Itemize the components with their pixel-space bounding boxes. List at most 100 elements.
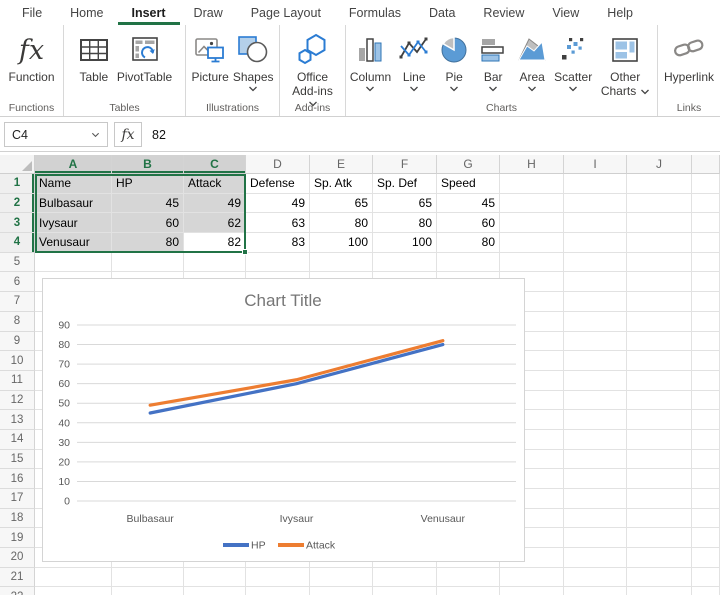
cell-H5[interactable] — [500, 253, 564, 273]
cell-I21[interactable] — [564, 568, 627, 588]
cell-K8[interactable] — [692, 312, 720, 332]
cell-J17[interactable] — [627, 489, 692, 509]
cell-J5[interactable] — [627, 253, 692, 273]
row-header-20[interactable]: 20 — [0, 548, 35, 568]
row-header-15[interactable]: 15 — [0, 450, 35, 470]
cell-C21[interactable] — [184, 568, 246, 588]
cell-I5[interactable] — [564, 253, 627, 273]
cell-D1[interactable]: Defense — [246, 174, 310, 194]
cell-K13[interactable] — [692, 410, 720, 430]
cell-B21[interactable] — [112, 568, 184, 588]
cell-B5[interactable] — [112, 253, 184, 273]
column-header-k[interactable] — [692, 155, 720, 174]
row-header-9[interactable]: 9 — [0, 332, 35, 352]
cell-J7[interactable] — [627, 292, 692, 312]
column-header-h[interactable]: H — [500, 155, 564, 174]
table-button[interactable]: Table — [77, 30, 111, 84]
office-addins-button[interactable]: Office Add-ins — [288, 30, 338, 107]
cell-J2[interactable] — [627, 194, 692, 214]
tab-home[interactable]: Home — [56, 2, 117, 25]
column-header-b[interactable]: B — [112, 155, 184, 174]
cell-G5[interactable] — [437, 253, 500, 273]
cell-K10[interactable] — [692, 351, 720, 371]
cell-J14[interactable] — [627, 430, 692, 450]
cell-I6[interactable] — [564, 272, 627, 292]
cell-J18[interactable] — [627, 509, 692, 529]
cell-K6[interactable] — [692, 272, 720, 292]
cell-K15[interactable] — [692, 450, 720, 470]
cell-J3[interactable] — [627, 213, 692, 233]
cell-G3[interactable]: 60 — [437, 213, 500, 233]
cell-E2[interactable]: 65 — [310, 194, 373, 214]
column-header-d[interactable]: D — [246, 155, 310, 174]
embedded-chart[interactable]: Chart Title0102030405060708090BulbasaurI… — [42, 278, 525, 562]
cell-I18[interactable] — [564, 509, 627, 529]
cell-F5[interactable] — [373, 253, 437, 273]
cell-F3[interactable]: 80 — [373, 213, 437, 233]
row-header-6[interactable]: 6 — [0, 272, 35, 292]
cell-C22[interactable] — [184, 587, 246, 595]
cell-K5[interactable] — [692, 253, 720, 273]
cell-K17[interactable] — [692, 489, 720, 509]
select-all-button[interactable] — [0, 155, 35, 174]
column-header-i[interactable]: I — [564, 155, 627, 174]
cell-I10[interactable] — [564, 351, 627, 371]
cell-I8[interactable] — [564, 312, 627, 332]
cell-J19[interactable] — [627, 528, 692, 548]
cell-D21[interactable] — [246, 568, 310, 588]
cell-J20[interactable] — [627, 548, 692, 568]
cell-E22[interactable] — [310, 587, 373, 595]
insert-function-button[interactable]: fx — [114, 122, 142, 147]
cell-F1[interactable]: Sp. Def — [373, 174, 437, 194]
cell-I22[interactable] — [564, 587, 627, 595]
column-header-c[interactable]: C — [184, 155, 246, 174]
cell-I9[interactable] — [564, 332, 627, 352]
column-header-g[interactable]: G — [437, 155, 500, 174]
cell-H21[interactable] — [500, 568, 564, 588]
cell-I3[interactable] — [564, 213, 627, 233]
cell-K16[interactable] — [692, 469, 720, 489]
hyperlink-button[interactable]: Hyperlink — [664, 30, 714, 84]
picture-button[interactable]: Picture — [191, 30, 228, 84]
cell-B3[interactable]: 60 — [112, 213, 184, 233]
cell-A22[interactable] — [35, 587, 112, 595]
row-header-12[interactable]: 12 — [0, 391, 35, 411]
row-header-5[interactable]: 5 — [0, 253, 35, 273]
cell-I7[interactable] — [564, 292, 627, 312]
cell-F22[interactable] — [373, 587, 437, 595]
other-charts-button[interactable]: Other Charts — [597, 30, 653, 99]
row-header-19[interactable]: 19 — [0, 528, 35, 548]
cell-I16[interactable] — [564, 469, 627, 489]
cell-E1[interactable]: Sp. Atk — [310, 174, 373, 194]
row-header-13[interactable]: 13 — [0, 410, 35, 430]
cell-H1[interactable] — [500, 174, 564, 194]
cell-K14[interactable] — [692, 430, 720, 450]
cell-E4[interactable]: 100 — [310, 233, 373, 253]
fill-handle[interactable] — [242, 249, 248, 255]
cell-B4[interactable]: 80 — [112, 233, 184, 253]
cell-I11[interactable] — [564, 371, 627, 391]
row-header-11[interactable]: 11 — [0, 371, 35, 391]
cell-I1[interactable] — [564, 174, 627, 194]
cell-I20[interactable] — [564, 548, 627, 568]
cell-J9[interactable] — [627, 332, 692, 352]
cell-D22[interactable] — [246, 587, 310, 595]
cell-D5[interactable] — [246, 253, 310, 273]
cell-K4[interactable] — [692, 233, 720, 253]
cell-J1[interactable] — [627, 174, 692, 194]
cell-A3[interactable]: Ivysaur — [35, 213, 112, 233]
cell-I4[interactable] — [564, 233, 627, 253]
cell-G4[interactable]: 80 — [437, 233, 500, 253]
cell-K7[interactable] — [692, 292, 720, 312]
cell-E21[interactable] — [310, 568, 373, 588]
function-button[interactable]: fx Function — [8, 30, 54, 84]
cell-J10[interactable] — [627, 351, 692, 371]
cell-C2[interactable]: 49 — [184, 194, 246, 214]
cell-H2[interactable] — [500, 194, 564, 214]
cell-F21[interactable] — [373, 568, 437, 588]
cell-C1[interactable]: Attack — [184, 174, 246, 194]
cell-A4[interactable]: Venusaur — [35, 233, 112, 253]
cell-C5[interactable] — [184, 253, 246, 273]
cell-F2[interactable]: 65 — [373, 194, 437, 214]
cell-J11[interactable] — [627, 371, 692, 391]
